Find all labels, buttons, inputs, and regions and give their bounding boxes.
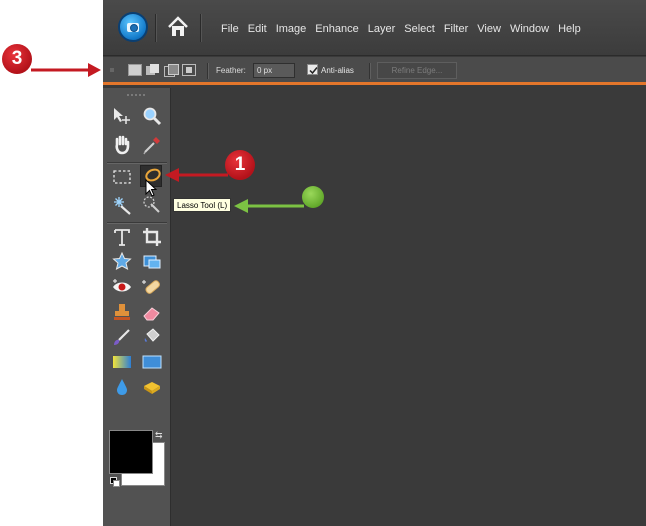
red-eye-tool-icon[interactable]	[111, 276, 133, 298]
menu-select[interactable]: Select	[404, 23, 435, 35]
swap-colors-icon[interactable]: ⇆	[155, 430, 163, 441]
type-tool-icon[interactable]	[111, 226, 133, 248]
refine-edge-button[interactable]: Refine Edge...	[377, 62, 457, 79]
green-pointer-dot	[302, 186, 324, 208]
anti-alias-label: Anti-alias	[321, 66, 354, 75]
new-selection-icon[interactable]	[128, 64, 142, 76]
eyedropper-tool-icon[interactable]	[141, 134, 163, 156]
paint-bucket-tool-icon[interactable]	[141, 326, 163, 348]
menu-help[interactable]: Help	[558, 23, 581, 35]
menu-layer[interactable]: Layer	[368, 23, 396, 35]
spot-healing-brush-icon[interactable]	[141, 276, 163, 298]
options-separator	[369, 63, 370, 79]
brush-tool-icon[interactable]	[111, 326, 133, 348]
menu-separator	[200, 14, 201, 42]
step-3-arrow	[31, 63, 101, 77]
toolbox-separator	[107, 222, 167, 223]
selection-mode-group	[128, 64, 196, 77]
recompose-tool-icon[interactable]	[141, 251, 163, 273]
hand-tool-icon[interactable]	[111, 134, 133, 156]
feather-input[interactable]: 0 px	[253, 63, 295, 78]
foreground-color-swatch[interactable]	[109, 430, 153, 474]
step-3-callout: 3	[2, 44, 32, 74]
lasso-tool-tooltip: Lasso Tool (L)	[173, 198, 232, 212]
blur-tool-icon[interactable]	[111, 376, 133, 398]
options-grip[interactable]	[110, 68, 114, 72]
gradient-tool-icon[interactable]	[111, 351, 133, 373]
menu-edit[interactable]: Edit	[248, 23, 267, 35]
home-icon[interactable]	[165, 14, 191, 40]
menu-items: File Edit Image Enhance Layer Select Fil…	[221, 23, 590, 35]
cookie-cutter-tool-icon[interactable]	[111, 251, 133, 273]
magic-wand-tool-icon[interactable]	[111, 194, 133, 216]
menu-image[interactable]: Image	[276, 23, 307, 35]
step-1-callout: 1	[225, 150, 255, 180]
toolbox: ⇆	[103, 88, 171, 526]
tool-options-bar: Feather: 0 px Anti-alias Refine Edge...	[103, 57, 646, 85]
menu-separator	[155, 14, 156, 42]
marquee-tool-icon[interactable]	[111, 166, 133, 188]
sponge-tool-icon[interactable]	[141, 376, 163, 398]
subtract-from-selection-icon[interactable]	[164, 64, 179, 77]
mouse-cursor-icon	[145, 178, 159, 204]
menu-window[interactable]: Window	[510, 23, 549, 35]
toolbox-grip[interactable]	[127, 94, 147, 96]
menu-filter[interactable]: Filter	[444, 23, 468, 35]
shape-tool-icon[interactable]	[141, 351, 163, 373]
intersect-selection-icon[interactable]	[182, 64, 196, 76]
eraser-tool-icon[interactable]	[141, 301, 163, 323]
menu-enhance[interactable]: Enhance	[315, 23, 358, 35]
editor-window: File Edit Image Enhance Layer Select Fil…	[103, 0, 646, 526]
anti-alias-checkbox[interactable]	[307, 64, 318, 75]
feather-label: Feather:	[216, 66, 246, 75]
menu-bar: File Edit Image Enhance Layer Select Fil…	[103, 0, 646, 56]
toolbox-separator	[107, 162, 167, 163]
menu-view[interactable]: View	[477, 23, 501, 35]
add-to-selection-icon[interactable]	[146, 64, 160, 76]
options-separator	[207, 63, 208, 79]
zoom-tool-icon[interactable]	[141, 105, 163, 127]
default-colors-icon[interactable]	[110, 477, 120, 487]
crop-tool-icon[interactable]	[141, 226, 163, 248]
camera-app-icon[interactable]	[118, 12, 148, 42]
menu-file[interactable]: File	[221, 23, 239, 35]
move-tool-icon[interactable]	[111, 105, 133, 127]
clone-stamp-tool-icon[interactable]	[111, 301, 133, 323]
